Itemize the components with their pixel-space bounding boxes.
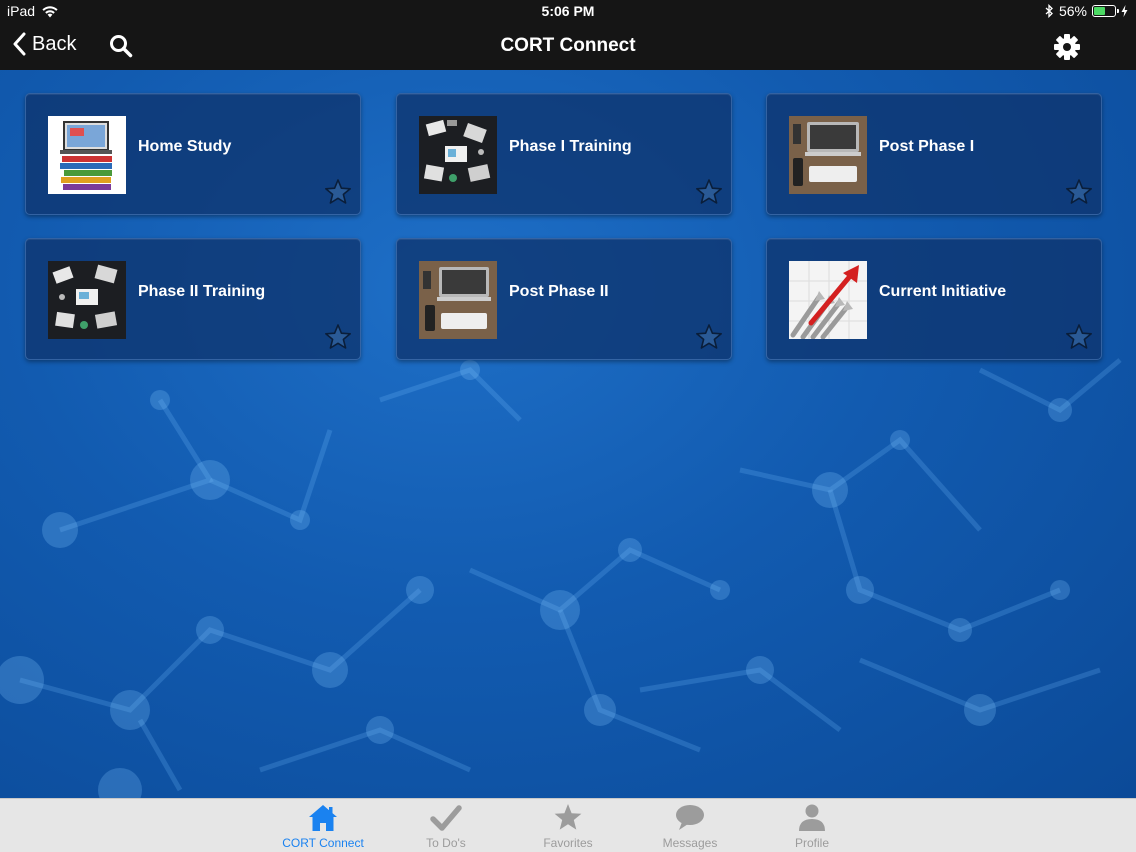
tab-todos[interactable]: To Do's <box>396 799 496 852</box>
books-laptop-image <box>48 116 126 194</box>
home-icon <box>309 805 337 831</box>
tile-label: Post Phase II <box>509 283 609 300</box>
favorite-star-icon[interactable] <box>1065 323 1093 351</box>
tile-post-phase-i[interactable]: Post Phase I <box>766 93 1102 215</box>
tile-thumbnail <box>419 261 497 339</box>
battery-icon <box>1092 5 1119 17</box>
tile-label: Post Phase I <box>879 138 975 155</box>
status-bar: iPad 5:06 PM 56% <box>0 0 1136 22</box>
tab-label: CORT Connect <box>282 836 364 850</box>
tab-label: Profile <box>794 836 829 850</box>
chat-bubble-icon <box>676 805 704 830</box>
tab-bar: CORT Connect To Do's Favorites Messages … <box>0 798 1136 852</box>
tab-label: To Do's <box>426 836 466 850</box>
tile-label: Current Initiative <box>879 283 1007 300</box>
search-icon <box>110 35 133 58</box>
content-area: Home Study Phase I Training Post Phase I… <box>0 70 1136 798</box>
settings-button[interactable] <box>1053 33 1081 66</box>
gear-icon <box>1054 34 1080 60</box>
tab-cort-connect[interactable]: CORT Connect <box>273 799 373 852</box>
checkmark-icon <box>430 805 462 831</box>
bluetooth-icon <box>1045 4 1053 18</box>
tab-profile[interactable]: Profile <box>762 799 862 852</box>
favorite-star-icon[interactable] <box>695 323 723 351</box>
tile-label: Phase I Training <box>509 138 632 155</box>
favorite-star-icon[interactable] <box>1065 178 1093 206</box>
tile-phase-ii-training[interactable]: Phase II Training <box>25 238 361 360</box>
battery-percent: 56% <box>1058 3 1087 19</box>
tile-thumbnail <box>419 116 497 194</box>
tile-current-initiative[interactable]: Current Initiative <box>766 238 1102 360</box>
tile-home-study[interactable]: Home Study <box>25 93 361 215</box>
battery-level <box>1094 7 1106 15</box>
star-icon <box>554 804 582 830</box>
tab-messages[interactable]: Messages <box>640 799 740 852</box>
tab-label: Messages <box>662 836 718 850</box>
tile-thumbnail <box>789 261 867 339</box>
page-title: CORT Connect <box>500 35 636 56</box>
tab-favorites[interactable]: Favorites <box>518 799 618 852</box>
tile-post-phase-ii[interactable]: Post Phase II <box>396 238 732 360</box>
status-time: 5:06 PM <box>541 3 595 19</box>
tile-label: Home Study <box>138 138 232 155</box>
favorite-star-icon[interactable] <box>324 178 352 206</box>
tile-label: Phase II Training <box>138 283 266 300</box>
favorite-star-icon[interactable] <box>324 323 352 351</box>
navigation-bar: Back CORT Connect <box>0 22 1136 70</box>
back-label: Back <box>32 32 77 55</box>
meeting-table-image <box>419 116 497 194</box>
search-button[interactable] <box>109 34 133 63</box>
favorite-star-icon[interactable] <box>695 178 723 206</box>
tile-phase-i-training[interactable]: Phase I Training <box>396 93 732 215</box>
tile-thumbnail <box>48 261 126 339</box>
laptop-desk-image <box>419 261 497 339</box>
chevron-left-icon <box>13 32 26 56</box>
laptop-desk-image <box>789 116 867 194</box>
back-button[interactable]: Back <box>12 32 76 56</box>
arrows-growth-image <box>789 261 867 339</box>
charging-bolt-icon <box>1121 5 1128 17</box>
person-icon <box>799 804 825 831</box>
tile-thumbnail <box>48 116 126 194</box>
tile-thumbnail <box>789 116 867 194</box>
meeting-table-image <box>48 261 126 339</box>
tab-label: Favorites <box>543 836 593 850</box>
